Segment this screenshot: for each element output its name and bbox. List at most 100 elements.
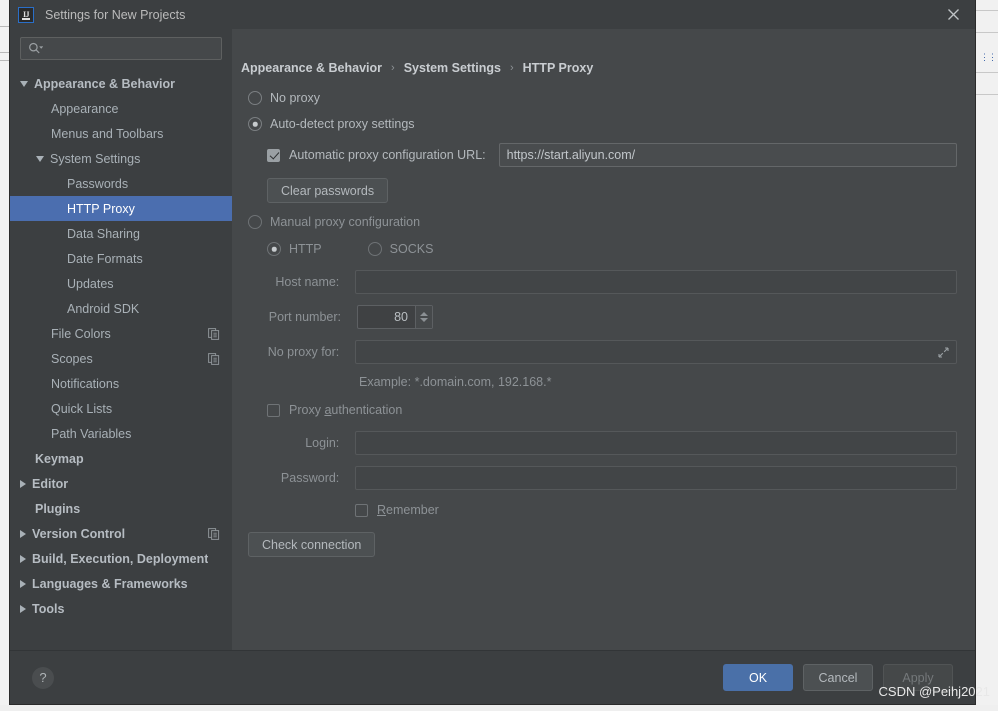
spinner-arrows-icon[interactable] <box>415 306 432 328</box>
auto-config-url-value: https://start.aliyun.com/ <box>506 148 636 162</box>
spinner-down-icon[interactable] <box>420 318 428 322</box>
footer-buttons: OK Cancel Apply <box>723 664 953 691</box>
login-label: Login: <box>305 436 340 450</box>
copy-settings-icon[interactable] <box>208 327 220 340</box>
sidebar-item-data-sharing[interactable]: Data Sharing <box>10 221 232 246</box>
http-protocol-label: HTTP <box>289 242 322 256</box>
password-label: Password: <box>280 471 340 485</box>
manual-proxy-label: Manual proxy configuration <box>270 215 421 229</box>
sidebar-item-appearance[interactable]: Appearance <box>10 96 232 121</box>
sidebar-item-label: Appearance <box>51 101 119 116</box>
no-proxy-for-input[interactable] <box>355 340 957 364</box>
sidebar-item-build-execution-deployment[interactable]: Build, Execution, Deployment <box>10 546 232 571</box>
sidebar-item-editor[interactable]: Editor <box>10 471 232 496</box>
chevron-right-icon[interactable] <box>20 579 26 588</box>
sidebar-item-system-settings[interactable]: System Settings <box>10 146 232 171</box>
sidebar-item-quick-lists[interactable]: Quick Lists <box>10 396 232 421</box>
settings-dialog: IJ Settings for New Projects Appearance … <box>9 0 976 705</box>
spinner-up-icon[interactable] <box>420 312 428 316</box>
sidebar-item-appearance-behavior[interactable]: Appearance & Behavior <box>10 71 232 96</box>
sidebar-item-path-variables[interactable]: Path Variables <box>10 421 232 446</box>
host-name-input[interactable] <box>355 270 957 294</box>
port-number-row: Port number: 80 <box>241 305 957 329</box>
sidebar-item-version-control[interactable]: Version Control <box>10 521 232 546</box>
sidebar-item-menus-and-toolbars[interactable]: Menus and Toolbars <box>10 121 232 146</box>
sidebar-item-plugins[interactable]: Plugins <box>10 496 232 521</box>
chevron-right-icon[interactable] <box>20 554 26 563</box>
chevron-right-icon[interactable] <box>20 529 26 538</box>
copy-settings-icon[interactable] <box>208 352 220 365</box>
background-bottom-strip <box>0 705 998 711</box>
sidebar-item-http-proxy[interactable]: HTTP Proxy <box>10 196 232 221</box>
copy-settings-icon[interactable] <box>208 527 220 540</box>
port-number-stepper[interactable]: 80 <box>357 305 433 329</box>
close-icon[interactable] <box>943 5 963 25</box>
sidebar-item-file-colors[interactable]: File Colors <box>10 321 232 346</box>
sidebar-item-languages-frameworks[interactable]: Languages & Frameworks <box>10 571 232 596</box>
sidebar-item-scopes[interactable]: Scopes <box>10 346 232 371</box>
clear-passwords-button[interactable]: Clear passwords <box>267 178 389 203</box>
chevron-right-icon[interactable] <box>20 604 26 613</box>
breadcrumb-item-1[interactable]: Appearance & Behavior <box>241 61 382 75</box>
sidebar-item-tools[interactable]: Tools <box>10 596 232 621</box>
sidebar-item-android-sdk[interactable]: Android SDK <box>10 296 232 321</box>
no-proxy-option[interactable]: No proxy <box>248 91 957 105</box>
sidebar-item-label: Passwords <box>67 176 129 191</box>
auto-config-url-input[interactable]: https://start.aliyun.com/ <box>498 143 957 167</box>
search-input[interactable] <box>20 37 222 60</box>
port-number-value: 80 <box>394 310 408 324</box>
remember-checkbox[interactable] <box>355 503 368 517</box>
apply-button: Apply <box>883 664 953 691</box>
sidebar-item-notifications[interactable]: Notifications <box>10 371 232 396</box>
password-input[interactable] <box>355 466 957 490</box>
sidebar-item-date-formats[interactable]: Date Formats <box>10 246 232 271</box>
login-input[interactable] <box>355 431 957 455</box>
proxy-authentication-checkbox[interactable] <box>267 403 280 417</box>
no-proxy-radio[interactable] <box>248 91 262 105</box>
port-number-label: Port number: <box>268 310 341 324</box>
search-wrapper <box>10 35 232 60</box>
chevron-right-icon[interactable] <box>20 479 26 488</box>
auto-detect-option[interactable]: Auto-detect proxy settings <box>248 117 957 131</box>
sidebar-item-label: Date Formats <box>67 251 143 266</box>
http-protocol-radio[interactable] <box>267 242 281 256</box>
ok-button[interactable]: OK <box>723 664 793 691</box>
auto-detect-radio[interactable] <box>248 117 262 131</box>
dialog-title: Settings for New Projects <box>45 7 186 22</box>
sidebar-item-passwords[interactable]: Passwords <box>10 171 232 196</box>
breadcrumb-separator-icon: › <box>391 62 395 74</box>
manual-proxy-radio[interactable] <box>248 215 262 229</box>
sidebar-item-keymap[interactable]: Keymap <box>10 446 232 471</box>
auto-config-url-checkbox[interactable] <box>267 148 280 162</box>
check-connection-row: Check connection <box>248 532 957 557</box>
sidebar-item-label: Tools <box>32 601 65 616</box>
expand-editor-icon[interactable] <box>938 346 949 358</box>
no-proxy-for-label: No proxy for: <box>267 345 340 359</box>
clear-passwords-row: Clear passwords <box>267 178 957 203</box>
breadcrumb-item-2[interactable]: System Settings <box>404 61 501 75</box>
proxy-authentication-row[interactable]: Proxy authentication <box>267 403 957 417</box>
chevron-down-icon[interactable] <box>20 80 28 87</box>
socks-protocol-radio[interactable] <box>367 242 382 256</box>
chevron-down-icon[interactable] <box>36 155 44 162</box>
remember-row[interactable]: Remember <box>355 503 957 517</box>
example-hint: Example: *.domain.com, 192.168.* <box>359 373 957 391</box>
sidebar-item-updates[interactable]: Updates <box>10 271 232 296</box>
sidebar-item-label: Data Sharing <box>67 226 140 241</box>
sidebar-item-label: Menus and Toolbars <box>51 126 164 141</box>
dialog-body: Appearance & Behavior Appearance Menus and… <box>10 29 975 650</box>
settings-tree: Appearance & Behavior Appearance Menus and… <box>10 71 232 650</box>
check-connection-button[interactable]: Check connection <box>248 532 376 557</box>
manual-proxy-option[interactable]: Manual proxy configuration <box>248 215 957 229</box>
cancel-button[interactable]: Cancel <box>803 664 873 691</box>
http-proxy-panel: Appearance & Behavior › System Settings … <box>232 29 975 650</box>
help-question-icon[interactable]: ? <box>32 666 54 689</box>
background-left-strip <box>0 0 9 711</box>
